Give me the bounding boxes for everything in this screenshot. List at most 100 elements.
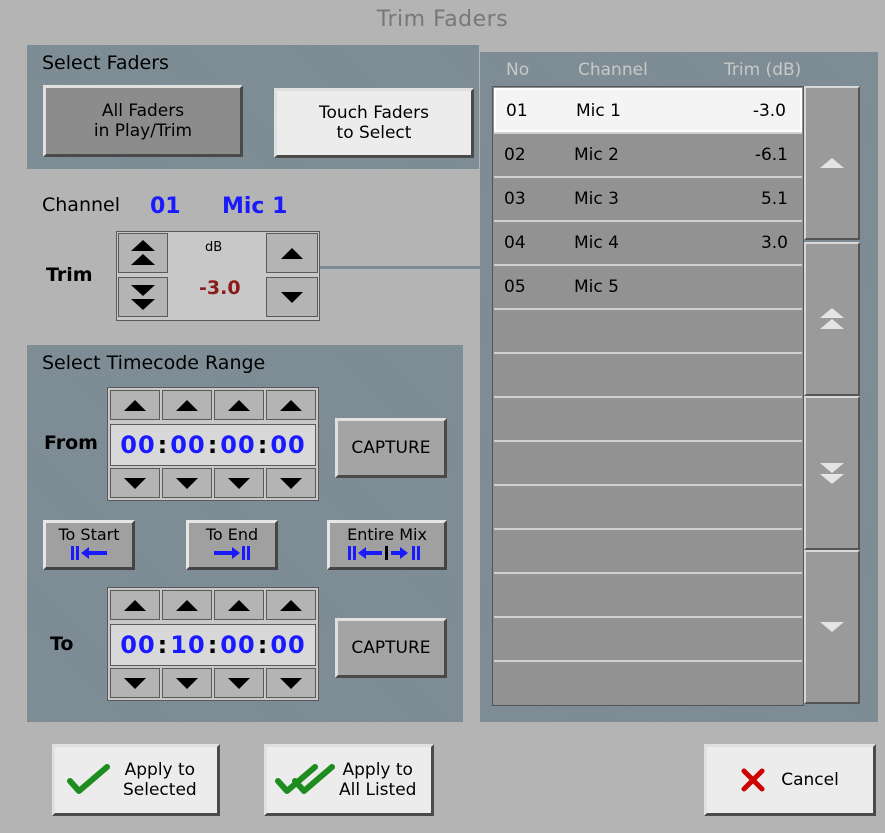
triangle-up-icon xyxy=(228,599,250,611)
row-channel: Mic 4 xyxy=(574,233,619,253)
empty-table-row[interactable] xyxy=(494,572,802,616)
to-minutes-down-button[interactable] xyxy=(162,668,212,698)
column-header-channel: Channel xyxy=(578,60,648,80)
triangle-down-icon xyxy=(228,677,250,689)
triangle-up-icon xyxy=(280,599,302,611)
cancel-button[interactable]: Cancel xyxy=(704,744,876,816)
row-channel: Mic 1 xyxy=(576,101,621,121)
table-row[interactable]: 05 Mic 5 xyxy=(494,264,802,308)
empty-table-row[interactable] xyxy=(494,352,802,396)
scroll-page-down-button[interactable] xyxy=(804,550,860,704)
empty-table-row[interactable] xyxy=(494,484,802,528)
to-hours-up-button[interactable] xyxy=(110,590,160,620)
to-timecode-display: 00: 10: 00: 00 xyxy=(110,624,316,666)
trim-unit: dB xyxy=(205,240,223,255)
all-faders-button[interactable]: All Faders in Play/Trim xyxy=(43,85,243,157)
to-seconds: 00 xyxy=(220,631,256,659)
arrow-entire-mix-icon xyxy=(348,546,420,560)
from-frames-up-button[interactable] xyxy=(266,390,316,420)
triangle-down-icon xyxy=(281,291,303,303)
to-minutes: 10 xyxy=(170,631,206,659)
trim-fine-down-button[interactable] xyxy=(266,277,318,317)
triangle-down-icon xyxy=(124,477,146,489)
to-label: To xyxy=(50,633,74,655)
to-frames-up-button[interactable] xyxy=(266,590,316,620)
row-channel: Mic 2 xyxy=(574,145,619,165)
to-start-button[interactable]: To Start xyxy=(43,520,135,570)
from-seconds: 00 xyxy=(220,431,256,459)
scroll-up-button[interactable] xyxy=(804,242,860,396)
all-faders-label: All Faders in Play/Trim xyxy=(93,101,193,141)
to-end-button[interactable]: To End xyxy=(186,520,278,570)
apply-all-listed-button[interactable]: Apply to All Listed xyxy=(264,744,434,816)
window-title: Trim Faders xyxy=(376,7,509,32)
double-chevron-up-icon xyxy=(820,308,844,329)
chevron-down-icon xyxy=(820,622,844,632)
from-frames: 00 xyxy=(270,431,306,459)
table-row[interactable]: 04 Mic 4 3.0 xyxy=(494,220,802,264)
touch-faders-button[interactable]: Touch Faders to Select xyxy=(274,88,474,158)
to-start-label: To Start xyxy=(58,525,120,544)
from-hours-down-button[interactable] xyxy=(110,468,160,498)
trim-label: Trim xyxy=(46,264,93,286)
triangle-down-icon xyxy=(176,677,198,689)
double-check-icon xyxy=(275,764,335,794)
arrow-to-end-icon xyxy=(214,546,250,560)
trim-coarse-up-button[interactable] xyxy=(118,233,168,273)
empty-table-row[interactable] xyxy=(494,660,802,704)
trim-fine-up-button[interactable] xyxy=(266,233,318,273)
empty-table-row[interactable] xyxy=(494,440,802,484)
empty-table-row[interactable] xyxy=(494,616,802,660)
empty-table-row[interactable] xyxy=(494,396,802,440)
to-capture-label: CAPTURE xyxy=(351,638,431,658)
table-row[interactable]: 01 Mic 1 -3.0 xyxy=(494,88,802,132)
chevron-up-icon xyxy=(820,158,844,168)
scroll-down-button[interactable] xyxy=(804,396,860,550)
row-trim: 5.1 xyxy=(760,189,788,209)
apply-all-listed-label: Apply to All Listed xyxy=(339,760,417,800)
table-row[interactable]: 03 Mic 3 5.1 xyxy=(494,176,802,220)
column-header-no: No xyxy=(506,60,530,80)
apply-selected-button[interactable]: Apply to Selected xyxy=(52,744,220,816)
row-number: 01 xyxy=(506,101,528,121)
trim-coarse-down-button[interactable] xyxy=(118,277,168,317)
triangle-up-icon xyxy=(176,399,198,411)
triangle-up-icon xyxy=(228,399,250,411)
to-seconds-down-button[interactable] xyxy=(214,668,264,698)
to-hours-down-button[interactable] xyxy=(110,668,160,698)
double-chevron-down-icon xyxy=(131,285,155,310)
row-trim: -6.1 xyxy=(754,145,788,165)
arrow-to-start-icon xyxy=(71,546,107,560)
row-number: 05 xyxy=(504,277,526,297)
from-timecode-display: 00: 00: 00: 00 xyxy=(110,424,316,466)
connector-line xyxy=(320,266,494,269)
triangle-up-icon xyxy=(176,599,198,611)
triangle-down-icon xyxy=(228,477,250,489)
to-seconds-up-button[interactable] xyxy=(214,590,264,620)
column-header-trim: Trim (dB) xyxy=(724,60,802,80)
double-chevron-down-icon xyxy=(820,463,844,484)
from-seconds-down-button[interactable] xyxy=(214,468,264,498)
from-capture-label: CAPTURE xyxy=(351,438,431,458)
from-capture-button[interactable]: CAPTURE xyxy=(335,418,447,478)
from-minutes-up-button[interactable] xyxy=(162,390,212,420)
table-row[interactable]: 02 Mic 2 -6.1 xyxy=(494,132,802,176)
from-frames-down-button[interactable] xyxy=(266,468,316,498)
from-label: From xyxy=(44,432,98,454)
from-minutes-down-button[interactable] xyxy=(162,468,212,498)
to-minutes-up-button[interactable] xyxy=(162,590,212,620)
cancel-label: Cancel xyxy=(781,770,839,790)
from-seconds-up-button[interactable] xyxy=(214,390,264,420)
empty-table-row[interactable] xyxy=(494,528,802,572)
to-capture-button[interactable]: CAPTURE xyxy=(335,618,447,678)
entire-mix-label: Entire Mix xyxy=(347,525,427,544)
from-minutes: 00 xyxy=(170,431,206,459)
from-hours-up-button[interactable] xyxy=(110,390,160,420)
timecode-title: Select Timecode Range xyxy=(42,352,266,374)
empty-table-row[interactable] xyxy=(494,308,802,352)
scroll-page-up-button[interactable] xyxy=(804,86,860,240)
to-frames-down-button[interactable] xyxy=(266,668,316,698)
triangle-down-icon xyxy=(280,677,302,689)
entire-mix-button[interactable]: Entire Mix xyxy=(327,520,447,570)
triangle-up-icon xyxy=(124,599,146,611)
